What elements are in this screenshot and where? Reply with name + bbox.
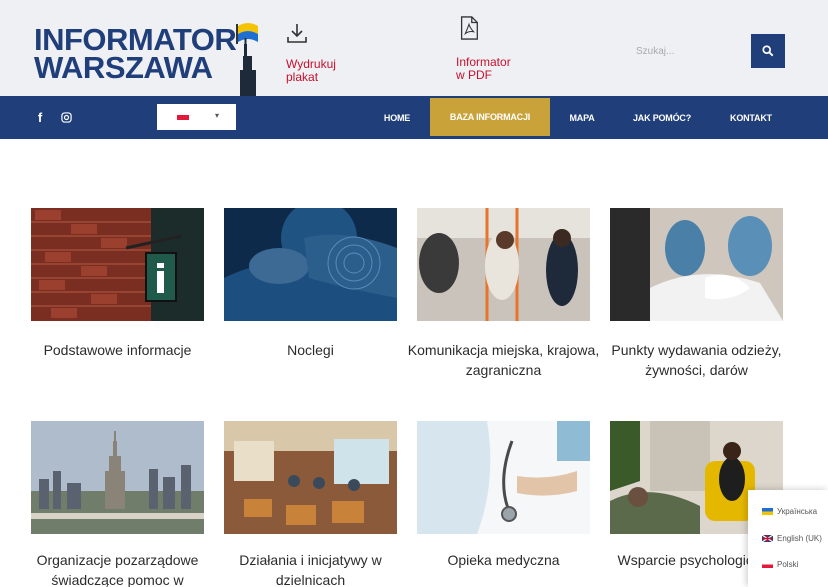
tile-title: Organizacje pozarządowe świadczące pomoc… <box>36 552 199 587</box>
tile-image-community-hall <box>224 421 397 534</box>
search-icon <box>762 45 774 57</box>
search-input[interactable] <box>626 34 746 68</box>
pdf-informator-label: Informator w PDF <box>456 55 511 82</box>
print-poster-link[interactable]: Wydrukuj plakat <box>286 22 406 88</box>
nav-kontakt[interactable]: KONTAKT <box>718 96 784 139</box>
facebook-icon[interactable]: f <box>32 109 48 125</box>
palace-tower-icon <box>236 23 258 96</box>
uk-flag-icon <box>762 534 773 542</box>
lang-option-label: English (UK) <box>777 533 822 543</box>
logo-line-2: WARSZAWA <box>34 50 213 85</box>
nav-home[interactable]: HOME <box>374 96 420 139</box>
skyline-illustration <box>31 421 204 534</box>
lang-option-polish[interactable]: Polski <box>762 557 798 571</box>
pl-flag-icon <box>762 560 773 568</box>
tile-title: Noclegi <box>287 342 334 358</box>
instagram-icon[interactable] <box>58 109 74 125</box>
language-switcher-popup: Українська English (UK) Polski <box>748 490 828 587</box>
lang-option-label: Polski <box>777 559 799 569</box>
site-header: INFORMATOR WARSZAWA Wydrukuj plakat Info… <box>0 0 828 96</box>
nav-jak-pomoc[interactable]: JAK POMÓC? <box>624 96 700 139</box>
lang-option-english[interactable]: English (UK) <box>762 531 822 545</box>
pdf-file-icon <box>460 16 478 40</box>
instagram-glyph <box>60 111 72 123</box>
tile-image-info-sign <box>31 208 204 321</box>
lang-option-ukrainian[interactable]: Українська <box>762 504 817 518</box>
download-icon <box>287 24 307 43</box>
search-button[interactable] <box>751 34 785 68</box>
ua-flag-icon <box>762 507 773 515</box>
tile-image-tram <box>417 208 590 321</box>
site-logo[interactable]: INFORMATOR WARSZAWA <box>34 18 264 96</box>
tile-title: Opieka medyczna <box>447 552 560 568</box>
print-poster-label: Wydrukuj plakat <box>286 57 336 84</box>
tile-image-doctor <box>417 421 590 534</box>
tile-image-sleeping <box>224 208 397 321</box>
nav-mapa[interactable]: MAPA <box>560 96 604 139</box>
chevron-down-icon: ▾ <box>215 111 220 120</box>
search-form <box>626 34 786 68</box>
main-navbar: f ▾ HOME BAZA INFORMACJI MAPA JAK POMÓC?… <box>0 96 828 139</box>
nav-baza-informacji[interactable]: BAZA INFORMACJI <box>430 98 550 136</box>
language-select[interactable]: ▾ <box>157 104 236 130</box>
tile-title: Działania i inicjatywy w dzielnicach <box>239 552 382 587</box>
tile-image-donations <box>610 208 783 321</box>
tile-title: Podstawowe informacje <box>43 342 192 358</box>
pl-flag-icon <box>177 115 189 120</box>
lang-option-label: Українська <box>777 506 818 516</box>
tile-title: Punkty wydawania odzieży, żywności, daró… <box>611 342 782 378</box>
tile-title: Komunikacja miejska, krajowa, zagraniczn… <box>407 342 600 378</box>
pdf-informator-link[interactable]: Informator w PDF <box>456 16 576 88</box>
